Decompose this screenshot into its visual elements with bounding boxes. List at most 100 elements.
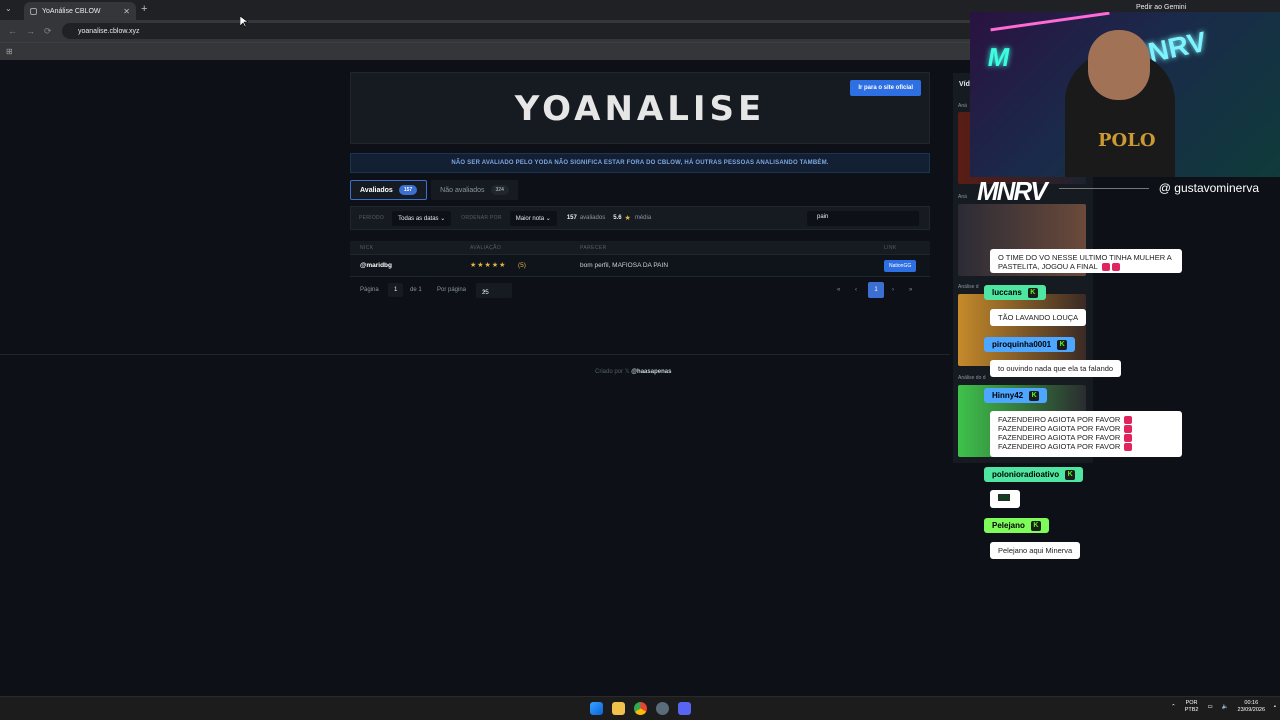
footer-credit: Criado por 𝕏 @haasapenas bbox=[595, 369, 672, 375]
sidebar-title: Víd bbox=[959, 81, 970, 88]
forward-icon[interactable]: → bbox=[26, 26, 36, 36]
page-label: Página bbox=[360, 287, 379, 293]
reload-icon[interactable]: ⟳ bbox=[44, 26, 54, 37]
count-badge: 157 bbox=[398, 185, 418, 195]
kick-icon: K bbox=[1027, 287, 1038, 298]
video-thumbnail[interactable] bbox=[958, 294, 1086, 366]
rating-stars: ★★★★★ bbox=[470, 262, 507, 269]
apps-icon[interactable]: ⊞ bbox=[6, 47, 13, 56]
tab-title: YoAnálise CBLOW bbox=[42, 7, 101, 15]
x-icon: 𝕏 bbox=[624, 369, 630, 375]
evaluated-count: 157 bbox=[566, 215, 577, 221]
kick-icon: K bbox=[1065, 469, 1076, 480]
emote-icon bbox=[1101, 263, 1110, 272]
chat-message: Pelejano aqui Minerva bbox=[990, 542, 1081, 559]
kick-icon: K bbox=[1029, 390, 1040, 401]
chrome-icon[interactable] bbox=[634, 702, 647, 715]
sidebar-label: Análise d bbox=[958, 284, 979, 290]
per-page-label: Por página bbox=[437, 287, 467, 293]
shirt-text: POLO bbox=[1098, 130, 1156, 151]
sidebar-label: Aná bbox=[958, 103, 967, 109]
streamer-head bbox=[1088, 30, 1150, 100]
kick-icon: K bbox=[1030, 520, 1041, 531]
next-page-icon[interactable]: › bbox=[892, 287, 894, 293]
notice-banner: NÃO SER AVALIADO PELO YODA NÃO SIGNIFICA… bbox=[350, 153, 930, 173]
table-header: NICK AVALIAÇÃO PARECER LINK bbox=[350, 241, 930, 255]
divider-line bbox=[1059, 188, 1149, 189]
author-link[interactable]: @haasapenas bbox=[631, 369, 671, 375]
streamer-brand: MNRV bbox=[977, 176, 1048, 206]
opinion-cell: bom perfil, MAFIOSA DA PAIN bbox=[580, 262, 669, 269]
table-row[interactable]: @maridbg ★★★★★ (5) bom perfil, MAFIOSA D… bbox=[350, 255, 930, 277]
col-rating: AVALIAÇÃO bbox=[470, 245, 502, 251]
language-indicator[interactable]: POR PTB2 bbox=[1185, 700, 1199, 714]
discord-icon[interactable] bbox=[678, 702, 691, 715]
link-button[interactable]: NationGG bbox=[884, 260, 917, 272]
streamer-handle: @ gustavominerva bbox=[1158, 181, 1259, 195]
kick-icon: K bbox=[1057, 339, 1068, 350]
start-icon[interactable] bbox=[590, 702, 603, 715]
url-text: yoanalise.cblow.xyz bbox=[78, 27, 140, 35]
count-badge: 324 bbox=[490, 185, 509, 195]
chat-username: polonioradioativo K bbox=[984, 467, 1084, 482]
clock[interactable]: 00:16 23/09/2026 bbox=[1238, 700, 1266, 714]
emote-icon bbox=[998, 494, 1010, 501]
search-input[interactable]: pain bbox=[807, 211, 919, 226]
notification-icon[interactable]: ▪ bbox=[1274, 704, 1276, 710]
chat-message: O TIME DO VO NESSE ULTIMO TINHA MULHER A… bbox=[990, 249, 1182, 273]
period-select[interactable]: Todas as datas ⌄ bbox=[392, 210, 452, 226]
col-opinion: PARECER bbox=[580, 245, 607, 251]
hero-banner: YOANALISE Ir para o site oficial bbox=[350, 72, 930, 144]
first-page-icon[interactable]: « bbox=[837, 287, 840, 293]
period-label: PERÍODO bbox=[359, 215, 385, 221]
chat-message: FAZENDEIRO AGIOTA POR FAVOR FAZENDEIRO A… bbox=[990, 411, 1182, 457]
order-select[interactable]: Maior nota ⌄ bbox=[509, 210, 557, 226]
webcam-overlay: M MNRV POLO bbox=[970, 12, 1280, 177]
prev-page-icon[interactable]: ‹ bbox=[855, 287, 857, 293]
average-text: média bbox=[634, 215, 652, 221]
chat-message bbox=[990, 490, 1020, 508]
back-icon[interactable]: ← bbox=[8, 26, 18, 36]
chat-username: Pelejano K bbox=[984, 518, 1049, 533]
col-link: LINK bbox=[884, 245, 897, 251]
official-site-button[interactable]: Ir para o site oficial bbox=[850, 80, 921, 96]
filter-bar: PERÍODO Todas as datas ⌄ ORDENAR POR Mai… bbox=[350, 206, 930, 230]
network-icon[interactable]: ▭ bbox=[1207, 704, 1212, 710]
tab-label: Não avaliados bbox=[440, 186, 485, 194]
tab-label: Avaliados bbox=[360, 186, 393, 194]
mouse-cursor-icon bbox=[240, 16, 248, 28]
page-1-button[interactable]: 1 bbox=[868, 282, 884, 298]
new-tab-button[interactable]: + bbox=[141, 3, 147, 15]
chevron-up-icon[interactable]: ⌃ bbox=[1171, 704, 1176, 710]
emote-icon bbox=[1111, 263, 1120, 272]
footer-divider bbox=[0, 354, 950, 355]
per-page-select[interactable]: 25 ⌄ bbox=[476, 283, 512, 298]
chat-message: to ouvindo nada que ela ta falando bbox=[990, 360, 1122, 377]
tab-avaliados[interactable]: Avaliados 157 bbox=[350, 180, 428, 200]
chat-username: piroquinha0001 K bbox=[984, 337, 1076, 352]
browser-tab[interactable]: YoAnálise CBLOW ✕ bbox=[24, 2, 136, 20]
chat-message: TÃO LAVANDO LOUÇA bbox=[990, 309, 1087, 326]
close-tab-icon[interactable]: ✕ bbox=[123, 7, 130, 16]
average-value: 5.6 bbox=[613, 215, 622, 221]
neon-sign: M bbox=[985, 42, 1013, 72]
last-page-icon[interactable]: » bbox=[909, 287, 912, 293]
system-tray: ⌃ POR PTB2 ▭ 🔈 00:16 23/09/2026 ▪ bbox=[1171, 700, 1276, 714]
gemini-button[interactable]: Pedir ao Gemini bbox=[1136, 4, 1186, 11]
rating-value: (5) bbox=[518, 262, 526, 269]
tab-nao-avaliados[interactable]: Não avaliados 324 bbox=[431, 180, 518, 200]
favicon-icon bbox=[30, 7, 37, 15]
evaluated-text: avaliados bbox=[579, 215, 606, 221]
page-input[interactable]: 1 bbox=[388, 283, 404, 297]
neon-light bbox=[990, 12, 1110, 32]
volume-icon[interactable]: 🔈 bbox=[1222, 704, 1229, 710]
settings-icon[interactable] bbox=[656, 702, 669, 715]
file-explorer-icon[interactable] bbox=[612, 702, 625, 715]
evaluation-tabs: Avaliados 157 Não avaliados 324 bbox=[350, 180, 518, 202]
tab-search-icon[interactable]: ⌄ bbox=[5, 4, 12, 13]
nick-cell[interactable]: @maridbg bbox=[360, 262, 392, 269]
sidebar-label: Análise do d bbox=[958, 375, 986, 381]
sidebar-label: Aná bbox=[958, 194, 967, 200]
page-of-text: de 1 bbox=[410, 287, 422, 293]
star-icon: ★ bbox=[624, 215, 632, 222]
